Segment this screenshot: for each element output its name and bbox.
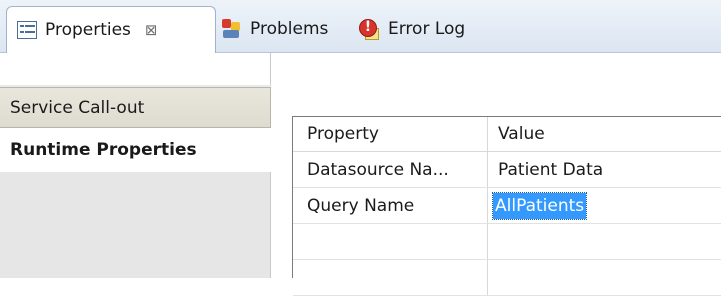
property-table: Property Value Datasource Na... Patient … xyxy=(292,116,721,296)
sidebar-item-service-call-out[interactable]: Service Call-out xyxy=(0,87,271,128)
table-row[interactable] xyxy=(293,260,721,296)
error-log-icon xyxy=(358,18,380,40)
table-row[interactable]: Query Name AllPatients xyxy=(293,188,721,224)
problems-icon xyxy=(220,18,242,40)
tab-error-log[interactable]: Error Log xyxy=(358,6,465,52)
table-header-row: Property Value xyxy=(293,117,721,152)
sidebar-empty-area xyxy=(0,172,271,278)
sidebar-item-label: Service Call-out xyxy=(10,97,145,118)
table-row[interactable] xyxy=(293,224,721,260)
properties-sidebar: Service Call-out Runtime Properties xyxy=(0,53,271,278)
value-cell[interactable] xyxy=(488,224,721,259)
selected-value-text[interactable]: AllPatients xyxy=(491,191,588,220)
value-edit-field[interactable]: AllPatients xyxy=(488,188,721,223)
sidebar-spacer xyxy=(0,53,271,85)
table-row[interactable]: Datasource Na... Patient Data xyxy=(293,152,721,188)
value-cell[interactable]: Patient Data xyxy=(488,152,721,187)
property-cell: Datasource Na... xyxy=(293,152,488,187)
tab-error-log-label: Error Log xyxy=(388,19,466,39)
column-header-property[interactable]: Property xyxy=(293,117,488,151)
column-header-value[interactable]: Value xyxy=(488,117,721,151)
tab-properties-label: Properties xyxy=(45,20,131,40)
close-icon[interactable]: ⊠ xyxy=(145,21,158,39)
properties-icon xyxy=(17,21,37,39)
view-tab-bar: Properties ⊠ Problems Error Log xyxy=(0,0,721,53)
sidebar-item-runtime-properties[interactable]: Runtime Properties xyxy=(0,128,271,172)
property-cell xyxy=(293,224,488,259)
tab-problems[interactable]: Problems xyxy=(220,6,328,52)
sidebar-item-label: Runtime Properties xyxy=(10,140,197,160)
tab-problems-label: Problems xyxy=(250,19,329,39)
property-cell: Query Name xyxy=(293,188,488,223)
tab-properties[interactable]: Properties ⊠ xyxy=(6,6,216,53)
